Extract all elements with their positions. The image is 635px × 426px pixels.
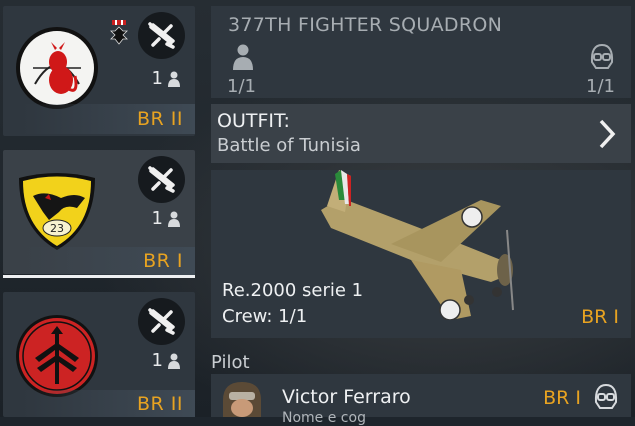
pilot-helmet-icon [590, 43, 614, 69]
pilot-count: 1/1 [586, 76, 615, 97]
aircraft-panel[interactable]: Re.2000 serie 1 Crew: 1/1 BR I [211, 170, 631, 338]
red-fasces-emblem [16, 315, 98, 397]
person-icon [233, 44, 253, 70]
pilot-section-label: Pilot [211, 352, 250, 373]
br-badge: BR I [3, 247, 195, 275]
br-badge: BR II [3, 390, 195, 417]
aircraft-name: Re.2000 serie 1 [222, 280, 364, 301]
medal-icon [110, 20, 128, 45]
outfit-label: OUTFIT: [217, 110, 290, 132]
crew-count: 1 [152, 350, 181, 371]
squadron-card-2[interactable]: 23 1 BR I [3, 150, 195, 278]
red-devil-archer-emblem [16, 27, 98, 109]
pilot-helmet-icon [594, 383, 618, 409]
fighter-class-icon [138, 156, 185, 203]
crew-count: 1 [152, 68, 181, 89]
pilot-subtitle: Nome e cog [282, 410, 366, 426]
person-icon [168, 211, 180, 227]
fighter-class-icon [138, 12, 185, 59]
outfit-selector[interactable]: OUTFIT: Battle of Tunisia [211, 104, 631, 163]
svg-text:23: 23 [50, 222, 64, 235]
fighter-class-icon [138, 298, 185, 345]
pilot-avatar [223, 382, 261, 417]
pilot-name: Victor Ferraro [282, 386, 411, 408]
br-badge: BR II [3, 104, 195, 134]
aircraft-crew: Crew: 1/1 [222, 306, 308, 327]
yellow-shield-23-emblem: 23 [19, 173, 95, 250]
squadron-info-panel: 377TH FIGHTER SQUADRON 1/1 1/1 [211, 6, 631, 98]
person-icon [168, 71, 180, 87]
pilot-row[interactable]: Victor Ferraro Nome e cog BR I [211, 374, 631, 426]
aircraft-br: BR I [581, 306, 619, 328]
person-icon [168, 353, 180, 369]
squadron-card-1[interactable]: 1 BR II [3, 6, 195, 136]
squadron-title: 377TH FIGHTER SQUADRON [228, 14, 503, 36]
pilot-br: BR I [543, 387, 581, 409]
outfit-value: Battle of Tunisia [217, 135, 361, 156]
crew-count: 1 [152, 208, 181, 229]
chevron-right-icon[interactable] [597, 118, 617, 150]
squadron-card-3[interactable]: 1 BR II [3, 292, 195, 417]
crew-count: 1/1 [227, 76, 256, 97]
